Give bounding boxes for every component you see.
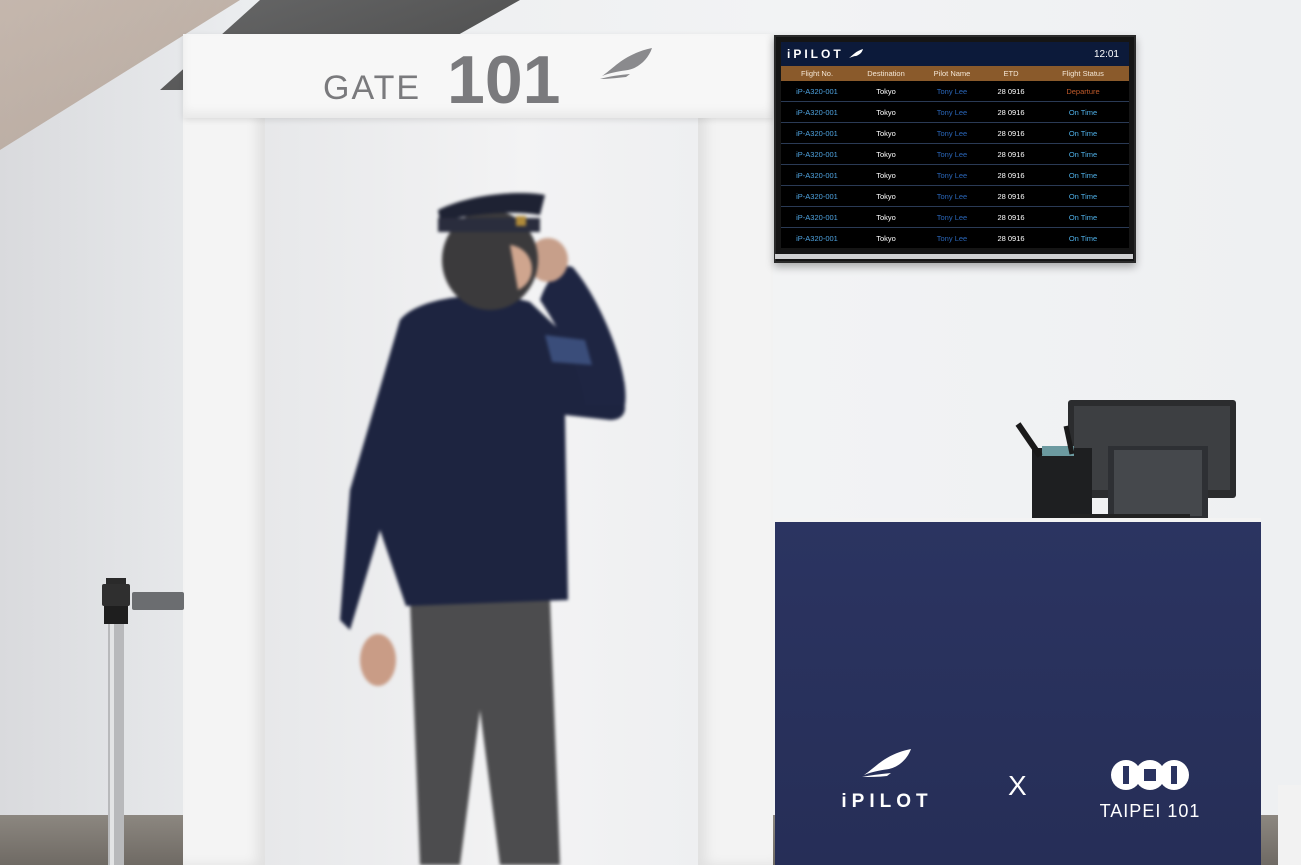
- row-etd: 28 0916: [997, 170, 1025, 180]
- row-destination: Tokyo: [876, 86, 896, 96]
- row-flight-status: On Time: [1068, 149, 1098, 159]
- collab-separator: X: [1008, 770, 1027, 801]
- board-row: iP-A320-001 Tokyo Tony Lee 28 0916 On Time: [781, 228, 1129, 248]
- photo-scene: GATE 101 iPILOT 12:01 Flight No. Destina…: [0, 0, 1301, 865]
- row-destination: Tokyo: [876, 170, 896, 180]
- board-rows: iP-A320-001 Tokyo Tony Lee 28 0916 Departure…: [781, 81, 1129, 248]
- row-flight-no: iP-A320-001: [796, 107, 838, 117]
- board-clock: 12:01: [1093, 48, 1119, 60]
- checkin-terminal: [1015, 400, 1236, 522]
- col-flight-status: Flight Status: [1062, 69, 1104, 78]
- queue-belt: [132, 592, 184, 610]
- row-pilot-name: Tony Lee: [936, 170, 968, 180]
- row-destination: Tokyo: [876, 212, 896, 222]
- queue-stanchion: [102, 578, 130, 865]
- row-flight-status: On Time: [1068, 170, 1098, 180]
- counter-brand-taipei101-text: TAIPEI 101: [1099, 801, 1201, 821]
- row-etd: 28 0916: [997, 212, 1025, 222]
- row-flight-status: On Time: [1068, 107, 1098, 117]
- board-row: iP-A320-001 Tokyo Tony Lee 28 0916 On Time: [781, 186, 1129, 207]
- row-flight-no: iP-A320-001: [796, 149, 838, 159]
- row-pilot-name: Tony Lee: [936, 128, 968, 138]
- wing-logo-icon: [600, 48, 652, 79]
- row-etd: 28 0916: [997, 149, 1025, 159]
- board-row: iP-A320-001 Tokyo Tony Lee 28 0916 Departure: [781, 81, 1129, 102]
- row-flight-status: On Time: [1068, 191, 1098, 201]
- board-brand: iPILOT: [787, 47, 864, 61]
- flight-board-monitor: iPILOT 12:01 Flight No. Destination Pilo…: [774, 35, 1136, 263]
- col-etd: ETD: [1003, 69, 1019, 78]
- board-header: iPILOT 12:01: [781, 42, 1129, 66]
- board-brand-text: iPILOT: [787, 47, 844, 61]
- gate-word: GATE: [323, 69, 422, 107]
- row-etd: 28 0916: [997, 128, 1025, 138]
- side-stand: [1278, 785, 1301, 865]
- board-column-headers: Flight No. Destination Pilot Name ETD Fl…: [781, 66, 1129, 81]
- col-pilot-name: Pilot Name: [933, 69, 971, 78]
- row-destination: Tokyo: [876, 191, 896, 201]
- gate-sign: GATE 101: [323, 44, 561, 114]
- row-flight-no: iP-A320-001: [796, 233, 838, 243]
- row-pilot-name: Tony Lee: [936, 233, 968, 243]
- col-flight-no: Flight No.: [800, 69, 834, 78]
- board-row: iP-A320-001 Tokyo Tony Lee 28 0916 On Time: [781, 165, 1129, 186]
- row-destination: Tokyo: [876, 107, 896, 117]
- counter-brand-ipilot: iPILOT: [822, 748, 952, 813]
- row-pilot-name: Tony Lee: [936, 212, 968, 222]
- board-row: iP-A320-001 Tokyo Tony Lee 28 0916 On Time: [781, 207, 1129, 228]
- row-destination: Tokyo: [876, 128, 896, 138]
- pilot-figure: [340, 192, 626, 865]
- board-row: iP-A320-001 Tokyo Tony Lee 28 0916 On Time: [781, 123, 1129, 144]
- row-pilot-name: Tony Lee: [936, 86, 968, 96]
- board-row: iP-A320-001 Tokyo Tony Lee 28 0916 On Time: [781, 102, 1129, 123]
- row-flight-status: Departure: [1066, 86, 1100, 96]
- row-etd: 28 0916: [997, 233, 1025, 243]
- board-row: iP-A320-001 Tokyo Tony Lee 28 0916 On Time: [781, 144, 1129, 165]
- row-flight-no: iP-A320-001: [796, 212, 838, 222]
- counter-brand-taipei101: TAIPEI 101: [1080, 758, 1220, 822]
- row-pilot-name: Tony Lee: [936, 107, 968, 117]
- monitor-mount: [775, 254, 1133, 259]
- counter-brand-ipilot-text: iPILOT: [841, 791, 933, 812]
- wing-logo-icon: [848, 49, 863, 58]
- wing-logo-icon: [862, 749, 911, 777]
- row-flight-status: On Time: [1068, 128, 1098, 138]
- row-etd: 28 0916: [997, 107, 1025, 117]
- row-flight-no: iP-A320-001: [796, 86, 838, 96]
- row-etd: 28 0916: [997, 191, 1025, 201]
- row-flight-no: iP-A320-001: [796, 170, 838, 180]
- row-etd: 28 0916: [997, 86, 1025, 96]
- taipei101-logo-icon: [1111, 760, 1189, 790]
- flight-board-screen: iPILOT 12:01 Flight No. Destination Pilo…: [781, 42, 1129, 248]
- row-flight-no: iP-A320-001: [796, 191, 838, 201]
- gate-left-pillar: [183, 34, 265, 865]
- row-destination: Tokyo: [876, 149, 896, 159]
- col-destination: Destination: [867, 69, 905, 78]
- row-pilot-name: Tony Lee: [936, 191, 968, 201]
- row-destination: Tokyo: [876, 233, 896, 243]
- row-flight-status: On Time: [1068, 233, 1098, 243]
- gate-right-pillar: [698, 34, 773, 865]
- row-pilot-name: Tony Lee: [936, 149, 968, 159]
- gate-number: 101: [447, 42, 561, 118]
- row-flight-status: On Time: [1068, 212, 1098, 222]
- row-flight-no: iP-A320-001: [796, 128, 838, 138]
- gate-header: GATE 101: [183, 34, 773, 118]
